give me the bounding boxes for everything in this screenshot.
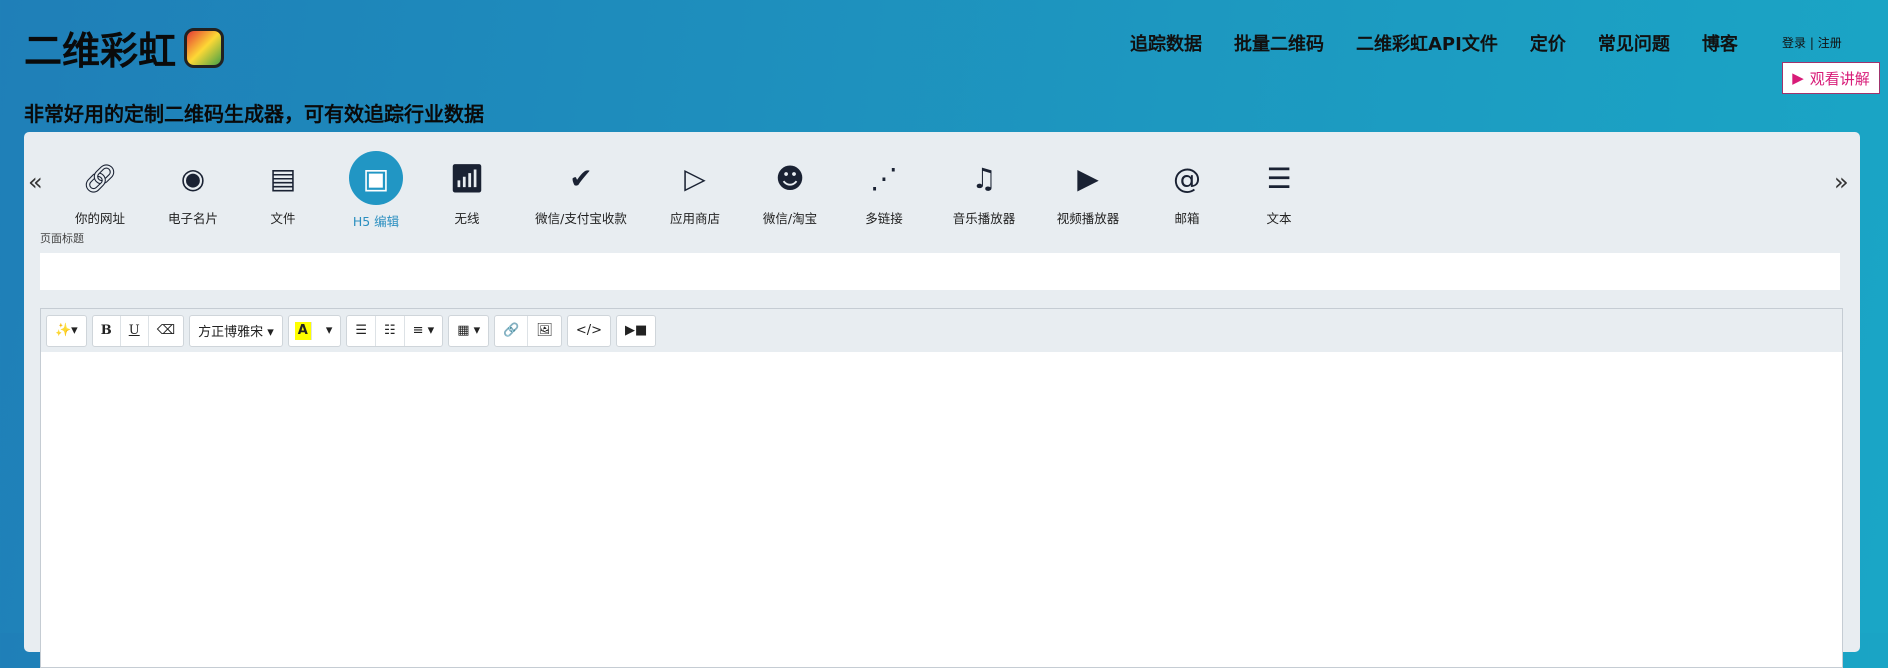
editor-toolbar: ✨▾ B U ⌫ 方正博雅宋 ▾ A ▾ ☰ ☷ ≡ ▾ ▦ ▾ 🔗 🖼 </> ▶■: [41, 309, 1842, 352]
wechat-icon: ☻: [775, 161, 805, 195]
tab-label: 微信/支付宝收款: [535, 211, 627, 226]
auth-links: 登录 | 注册: [1782, 34, 1842, 51]
nav-api[interactable]: 二维彩虹API文件: [1356, 30, 1498, 56]
main-nav: 追踪数据 批量二维码 二维彩虹API文件 定价 常见问题 博客: [1130, 30, 1738, 56]
tab-label: 无线: [454, 211, 480, 226]
user-icon: ◉: [180, 161, 206, 195]
bold-button[interactable]: B: [93, 315, 121, 346]
generator-panel: « » 🔗︎ 你的网址 ◉ 电子名片 ▤ 文件 ▣ H5 编辑 📶︎ 无线 ✔ 微信/支付宝收款 ▷ 应用…: [24, 132, 1860, 668]
at-icon: @: [1173, 161, 1201, 195]
payment-icon: ✔: [569, 161, 593, 195]
music-icon: ♫: [971, 161, 997, 195]
separator: |: [1809, 36, 1814, 50]
tab-label: 文本: [1266, 211, 1292, 226]
tab-video[interactable]: ▶ 视频播放器: [1033, 154, 1143, 227]
video-icon: ▶: [1077, 161, 1099, 195]
login-link[interactable]: 登录: [1782, 36, 1806, 50]
pdf-icon: ▤: [269, 161, 297, 195]
text-color-button[interactable]: A: [294, 321, 312, 340]
page-title-label: 页面标题: [40, 232, 84, 245]
bear-logo-icon: [184, 27, 225, 68]
video-button[interactable]: ▶■: [617, 316, 655, 346]
align-button[interactable]: ≡ ▾: [405, 316, 443, 346]
tab-label: 视频播放器: [1056, 211, 1120, 226]
underline-button[interactable]: U: [121, 315, 149, 346]
watch-tutorial-button[interactable]: ▶ 观看讲解: [1782, 62, 1880, 94]
link-icon: 🔗︎: [82, 161, 118, 195]
link-button[interactable]: 🔗: [495, 315, 529, 346]
tab-app-store[interactable]: ▷ 应用商店: [640, 154, 750, 227]
image-button[interactable]: 🖼: [528, 316, 561, 346]
tagline: 非常好用的定制二维码生成器，可有效追踪行业数据: [24, 102, 484, 126]
nav-batch[interactable]: 批量二维码: [1234, 30, 1324, 56]
eraser-button[interactable]: ⌫: [149, 316, 183, 346]
html-icon: ▣: [349, 151, 403, 205]
nav-blog[interactable]: 博客: [1702, 30, 1738, 56]
wifi-icon: 📶︎: [449, 161, 485, 195]
table-button[interactable]: ▦ ▾: [449, 316, 488, 346]
tab-label: 音乐播放器: [952, 211, 1016, 226]
numbered-list-button[interactable]: ☷: [376, 315, 405, 346]
tab-text[interactable]: ☰ 文本: [1224, 154, 1334, 227]
color-dropdown[interactable]: ▾: [318, 316, 341, 346]
page-title-input[interactable]: [40, 253, 1840, 290]
nav-pricing[interactable]: 定价: [1530, 30, 1566, 56]
next-arrow-icon[interactable]: »: [1834, 168, 1849, 196]
tab-wifi[interactable]: 📶︎ 无线: [412, 154, 522, 227]
editor-content[interactable]: [41, 352, 1842, 668]
style-magic-button[interactable]: ✨▾: [47, 316, 86, 346]
watch-label: 观看讲解: [1809, 69, 1870, 88]
tab-label: 多链接: [865, 211, 903, 226]
register-link[interactable]: 注册: [1818, 36, 1842, 50]
tab-payment[interactable]: ✔ 微信/支付宝收款: [526, 154, 636, 227]
html-editor: ✨▾ B U ⌫ 方正博雅宋 ▾ A ▾ ☰ ☷ ≡ ▾ ▦ ▾ 🔗 🖼 </> ▶■: [40, 308, 1843, 668]
tab-label: 应用商店: [669, 211, 720, 226]
tab-multi-link[interactable]: ⋰ 多链接: [829, 154, 939, 227]
bullet-list-button[interactable]: ☰: [347, 315, 376, 346]
prev-arrow-icon[interactable]: «: [28, 168, 43, 196]
play-icon: ▶: [1792, 69, 1804, 87]
font-select[interactable]: 方正博雅宋 ▾: [190, 316, 282, 346]
multi-link-icon: ⋰: [870, 161, 898, 195]
nav-tracking[interactable]: 追踪数据: [1130, 30, 1202, 56]
tab-music[interactable]: ♫ 音乐播放器: [929, 154, 1039, 227]
text-icon: ☰: [1266, 161, 1292, 195]
brand-name: 二维彩虹: [24, 29, 177, 73]
app-store-icon: ▷: [684, 161, 706, 195]
nav-faq[interactable]: 常见问题: [1598, 30, 1670, 56]
code-view-button[interactable]: </>: [568, 316, 610, 346]
logo[interactable]: 二维彩虹: [24, 20, 225, 75]
